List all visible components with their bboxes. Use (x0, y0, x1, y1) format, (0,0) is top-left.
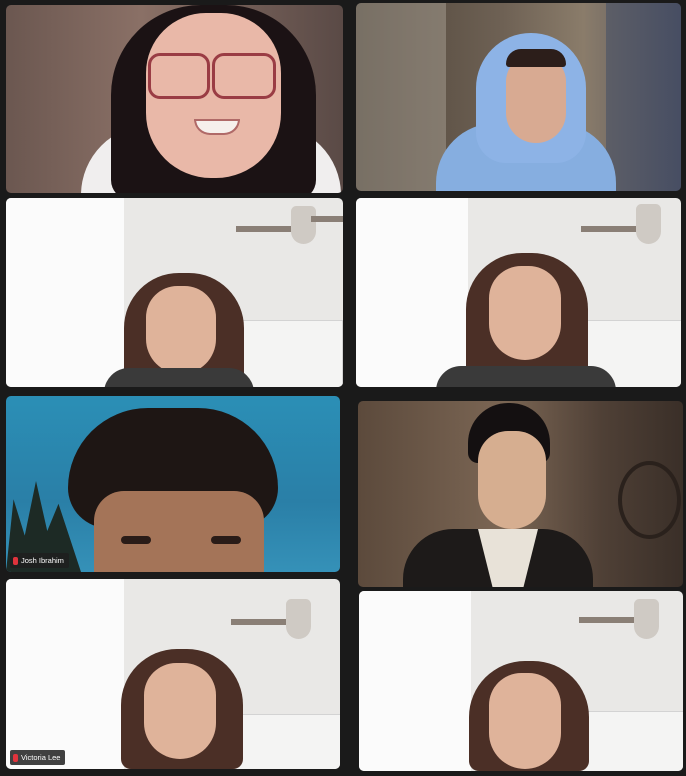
video-feed (358, 401, 683, 587)
video-tile-2[interactable] (356, 3, 681, 191)
video-feed (6, 5, 343, 193)
video-feed (356, 3, 681, 191)
video-tile-8[interactable] (359, 591, 683, 771)
participant-name-tag: Victoria Lee (10, 750, 66, 765)
muted-mic-icon (13, 556, 18, 565)
video-feed (6, 579, 340, 769)
video-tile-7[interactable]: Victoria Lee (6, 579, 340, 769)
video-feed (6, 198, 343, 387)
participant-name-tag: Josh Ibrahim (10, 553, 69, 568)
video-feed (356, 198, 681, 387)
video-feed (359, 591, 683, 771)
video-tile-4[interactable] (356, 198, 681, 387)
video-feed (6, 396, 340, 572)
video-tile-3[interactable] (6, 198, 343, 387)
participant-name: Josh Ibrahim (21, 556, 64, 565)
video-tile-5[interactable]: Josh Ibrahim (6, 396, 340, 572)
participant-name: Victoria Lee (21, 753, 61, 762)
muted-mic-icon (13, 753, 18, 762)
video-tile-6[interactable] (358, 401, 683, 587)
video-tile-1[interactable] (6, 5, 343, 193)
